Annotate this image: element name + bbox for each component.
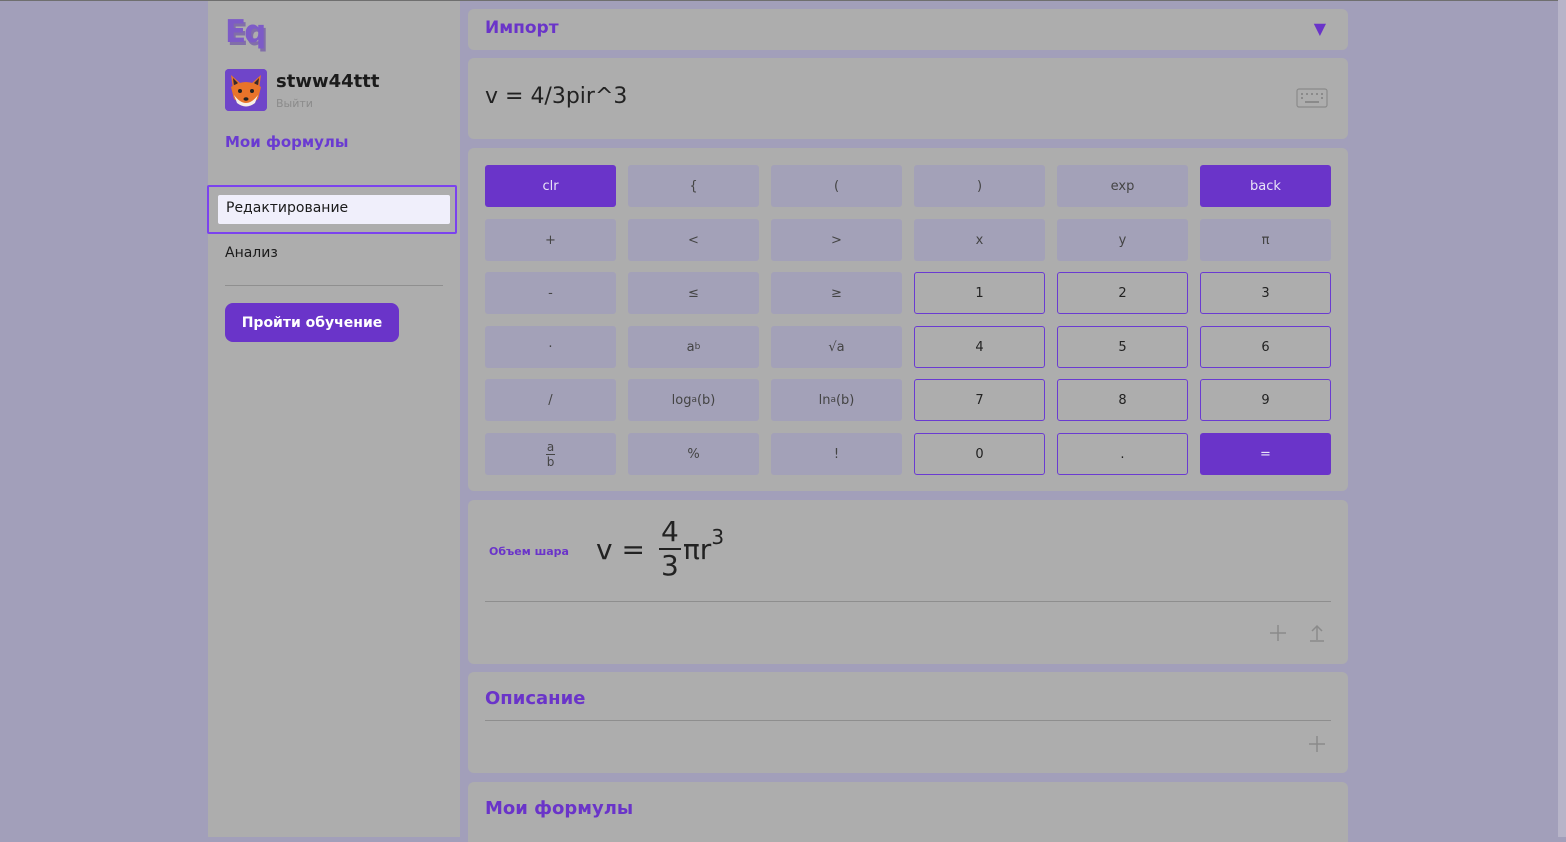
key-divide[interactable]: / — [485, 379, 616, 421]
formula-denominator: 3 — [661, 549, 679, 582]
formula-result-panel: Объем шара v = 4 3 πr 3 — [468, 500, 1348, 664]
key-power[interactable]: ab — [628, 326, 759, 368]
key-equals[interactable]: = — [1200, 433, 1331, 475]
sidebar-item-editing-highlight: Редактирование — [218, 195, 450, 224]
key-less-equal[interactable]: ≤ — [628, 272, 759, 314]
fraction-glyph: a b — [546, 441, 555, 468]
formula-numerator: 4 — [661, 515, 679, 548]
key-greater-than[interactable]: > — [771, 219, 902, 261]
key-decimal-point[interactable]: . — [1057, 433, 1188, 475]
key-0[interactable]: 0 — [914, 433, 1045, 475]
import-panel[interactable]: Импорт ▼ — [468, 9, 1348, 50]
key-9[interactable]: 9 — [1200, 379, 1331, 421]
formula-fraction: 4 3 — [658, 515, 681, 582]
key-2[interactable]: 2 — [1057, 272, 1188, 314]
formula-exponent: 3 — [711, 525, 725, 549]
key-fraction[interactable]: a b — [485, 433, 616, 475]
key-power-exponent: b — [694, 342, 701, 352]
key-plus[interactable]: + — [485, 219, 616, 261]
formula-input[interactable] — [485, 84, 1245, 109]
key-log[interactable]: log a (b) — [628, 379, 759, 421]
key-x[interactable]: x — [914, 219, 1045, 261]
fox-avatar-icon — [225, 69, 267, 111]
description-divider — [485, 720, 1331, 721]
fraction-numerator: a — [546, 439, 555, 454]
key-ln-arg: (b) — [835, 392, 855, 408]
sidebar-divider — [225, 285, 443, 286]
rendered-formula: v = 4 3 πr 3 — [596, 510, 724, 588]
key-3[interactable]: 3 — [1200, 272, 1331, 314]
fraction-denominator: b — [546, 454, 555, 469]
start-tutorial-button[interactable]: Пройти обучение — [225, 303, 399, 342]
key-clear[interactable]: clr — [485, 165, 616, 207]
keypad-panel: clr { ( ) exp back + < > x y π - ≤ ≥ 1 2… — [468, 148, 1348, 491]
add-description-icon[interactable] — [1306, 733, 1328, 755]
app-logo[interactable]: Eq Eq — [225, 14, 269, 53]
key-multiply[interactable]: · — [485, 326, 616, 368]
key-exp[interactable]: exp — [1057, 165, 1188, 207]
key-percent[interactable]: % — [628, 433, 759, 475]
result-divider — [485, 601, 1331, 602]
key-ln[interactable]: ln a (b) — [771, 379, 902, 421]
username: stww44ttt — [276, 71, 380, 92]
key-open-paren[interactable]: ( — [771, 165, 902, 207]
key-4[interactable]: 4 — [914, 326, 1045, 368]
key-backspace[interactable]: back — [1200, 165, 1331, 207]
sidebar-item-label: Редактирование — [226, 200, 349, 216]
formula-lhs: v = — [596, 532, 645, 566]
plus-icon[interactable] — [1267, 622, 1289, 644]
key-minus[interactable]: - — [485, 272, 616, 314]
key-open-brace[interactable]: { — [628, 165, 759, 207]
key-log-fn: log — [671, 392, 692, 408]
sidebar-item-analysis[interactable]: Анализ — [225, 245, 278, 261]
logout-link[interactable]: Выйти — [276, 97, 313, 110]
key-1[interactable]: 1 — [914, 272, 1045, 314]
import-title: Импорт — [485, 18, 559, 38]
my-formulas-link[interactable]: Мои формулы — [225, 133, 348, 151]
key-log-arg: (b) — [696, 392, 716, 408]
key-sqrt[interactable]: √a — [771, 326, 902, 368]
avatar[interactable] — [225, 69, 267, 111]
key-factorial[interactable]: ! — [771, 433, 902, 475]
key-7[interactable]: 7 — [914, 379, 1045, 421]
key-5[interactable]: 5 — [1057, 326, 1188, 368]
key-ln-fn: ln — [818, 392, 831, 408]
formula-input-panel — [468, 58, 1348, 139]
key-pi[interactable]: π — [1200, 219, 1331, 261]
scrollbar-track[interactable] — [1558, 0, 1566, 837]
key-y[interactable]: y — [1057, 219, 1188, 261]
triangle-down-icon[interactable]: ▼ — [1314, 19, 1326, 38]
logo-text: Eq — [225, 14, 266, 50]
keyboard-icon[interactable] — [1296, 88, 1328, 108]
my-formulas-title: Мои формулы — [485, 798, 634, 819]
key-8[interactable]: 8 — [1057, 379, 1188, 421]
key-less-than[interactable]: < — [628, 219, 759, 261]
my-formulas-panel: Мои формулы — [468, 782, 1348, 842]
key-greater-equal[interactable]: ≥ — [771, 272, 902, 314]
key-power-base: a — [686, 339, 695, 355]
sidebar: Eq Eq stww44ttt Выйти Мои формулы Редакт… — [207, 1, 460, 837]
key-6[interactable]: 6 — [1200, 326, 1331, 368]
upload-icon[interactable] — [1306, 622, 1328, 644]
formula-rest: πr — [682, 532, 712, 566]
description-panel: Описание — [468, 672, 1348, 773]
description-title: Описание — [485, 688, 586, 709]
key-close-paren[interactable]: ) — [914, 165, 1045, 207]
formula-name-label[interactable]: Объем шара — [489, 545, 569, 558]
sidebar-item-editing[interactable]: Редактирование — [207, 185, 457, 234]
